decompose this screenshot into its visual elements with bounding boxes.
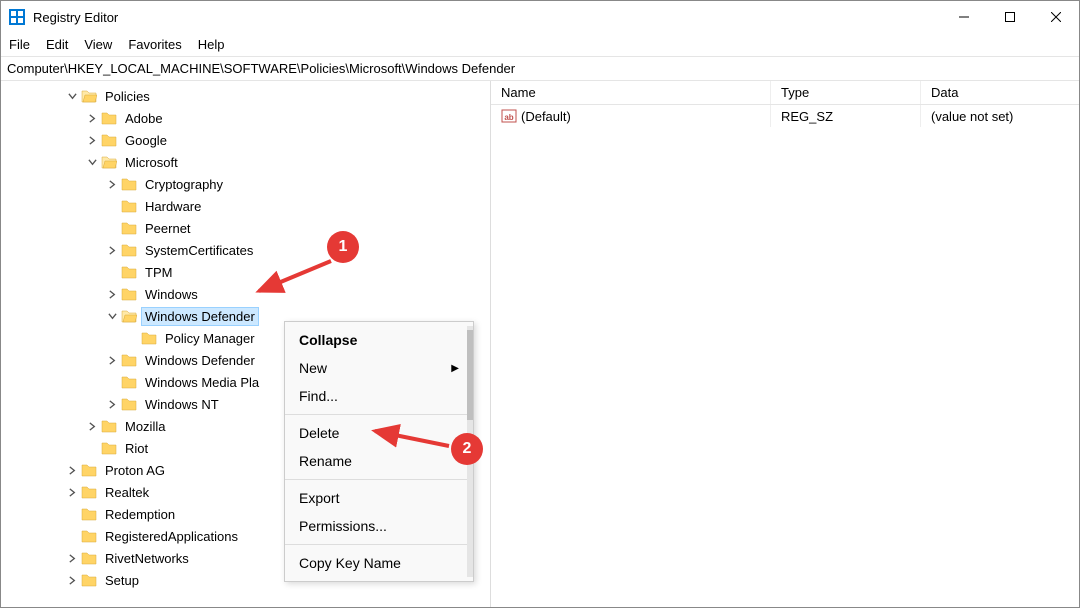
menu-help[interactable]: Help — [198, 37, 225, 52]
folder-icon — [121, 198, 137, 214]
value-type: REG_SZ — [771, 105, 921, 127]
chevron-down-icon[interactable] — [65, 89, 79, 103]
addressbar[interactable]: Computer\HKEY_LOCAL_MACHINE\SOFTWARE\Pol… — [1, 57, 1079, 81]
cm-permissions[interactable]: Permissions... — [285, 512, 473, 540]
folder-icon — [121, 396, 137, 412]
main-split: Policies Adobe Google Microsoft Cryp — [1, 81, 1079, 607]
folder-icon — [101, 110, 117, 126]
tree-item-policies[interactable]: Policies — [1, 85, 490, 107]
folder-icon — [121, 374, 137, 390]
cm-separator — [285, 414, 473, 415]
folder-icon — [121, 352, 137, 368]
list-rows: (Default) REG_SZ (value not set) — [491, 105, 1079, 607]
chevron-right-icon[interactable] — [65, 463, 79, 477]
registry-editor-window: Registry Editor File Edit View Favorites… — [0, 0, 1080, 608]
folder-icon — [81, 484, 97, 500]
chevron-right-icon[interactable] — [105, 243, 119, 257]
folder-icon — [101, 418, 117, 434]
menu-edit[interactable]: Edit — [46, 37, 68, 52]
values-pane[interactable]: Name Type Data (Default) REG_SZ (value n… — [491, 81, 1079, 607]
list-row-default[interactable]: (Default) REG_SZ (value not set) — [491, 105, 1079, 127]
column-header-data[interactable]: Data — [921, 81, 1079, 104]
chevron-right-icon: ▶ — [451, 363, 459, 374]
folder-icon — [101, 440, 117, 456]
tree-item-systemcertificates[interactable]: SystemCertificates — [1, 239, 490, 261]
chevron-right-icon[interactable] — [105, 177, 119, 191]
annotation-circle-1: 1 — [327, 231, 359, 263]
chevron-down-icon[interactable] — [105, 309, 119, 323]
annotation-arrow-1 — [251, 261, 341, 304]
list-header: Name Type Data — [491, 81, 1079, 105]
folder-icon — [121, 242, 137, 258]
folder-icon — [121, 220, 137, 236]
annotation-arrow-2 — [367, 426, 457, 459]
tree-item-hardware[interactable]: Hardware — [1, 195, 490, 217]
string-value-icon — [501, 108, 517, 124]
cm-copy-key-name[interactable]: Copy Key Name — [285, 549, 473, 577]
chevron-right-icon[interactable] — [65, 551, 79, 565]
menubar: File Edit View Favorites Help — [1, 33, 1079, 57]
chevron-right-icon[interactable] — [105, 353, 119, 367]
tree-item-cryptography[interactable]: Cryptography — [1, 173, 490, 195]
value-data: (value not set) — [921, 105, 1079, 127]
cm-separator — [285, 544, 473, 545]
folder-icon — [121, 176, 137, 192]
folder-open-icon — [81, 88, 97, 104]
window-title: Registry Editor — [33, 10, 118, 25]
tree-item-peernet[interactable]: Peernet — [1, 217, 490, 239]
menu-file[interactable]: File — [9, 37, 30, 52]
folder-icon — [121, 264, 137, 280]
tree-item-microsoft[interactable]: Microsoft — [1, 151, 490, 173]
folder-open-icon — [121, 308, 137, 324]
folder-icon — [81, 506, 97, 522]
chevron-right-icon[interactable] — [85, 419, 99, 433]
menu-view[interactable]: View — [84, 37, 112, 52]
menu-favorites[interactable]: Favorites — [128, 37, 181, 52]
folder-icon — [121, 286, 137, 302]
folder-icon — [81, 550, 97, 566]
chevron-right-icon[interactable] — [105, 397, 119, 411]
tree-item-windows[interactable]: Windows — [1, 283, 490, 305]
cm-export[interactable]: Export — [285, 484, 473, 512]
tree-item-adobe[interactable]: Adobe — [1, 107, 490, 129]
chevron-right-icon[interactable] — [85, 133, 99, 147]
folder-icon — [101, 132, 117, 148]
minimize-button[interactable] — [941, 1, 987, 33]
folder-open-icon — [101, 154, 117, 170]
cm-separator — [285, 479, 473, 480]
chevron-right-icon[interactable] — [65, 573, 79, 587]
address-text: Computer\HKEY_LOCAL_MACHINE\SOFTWARE\Pol… — [7, 61, 515, 76]
app-icon — [9, 9, 25, 25]
cm-new[interactable]: New▶ — [285, 354, 473, 382]
tree-item-google[interactable]: Google — [1, 129, 490, 151]
chevron-right-icon[interactable] — [65, 485, 79, 499]
maximize-button[interactable] — [987, 1, 1033, 33]
chevron-down-icon[interactable] — [85, 155, 99, 169]
close-button[interactable] — [1033, 1, 1079, 33]
tree-item-tpm[interactable]: TPM — [1, 261, 490, 283]
titlebar: Registry Editor — [1, 1, 1079, 33]
folder-icon — [141, 330, 157, 346]
annotation-circle-2: 2 — [451, 433, 483, 465]
window-controls — [941, 1, 1079, 33]
chevron-right-icon[interactable] — [105, 287, 119, 301]
cm-collapse[interactable]: Collapse — [285, 326, 473, 354]
cm-find[interactable]: Find... — [285, 382, 473, 410]
folder-icon — [81, 462, 97, 478]
column-header-type[interactable]: Type — [771, 81, 921, 104]
selected-key: Windows Defender — [141, 307, 259, 326]
value-name: (Default) — [521, 109, 571, 124]
folder-icon — [81, 572, 97, 588]
column-header-name[interactable]: Name — [491, 81, 771, 104]
chevron-right-icon[interactable] — [85, 111, 99, 125]
folder-icon — [81, 528, 97, 544]
